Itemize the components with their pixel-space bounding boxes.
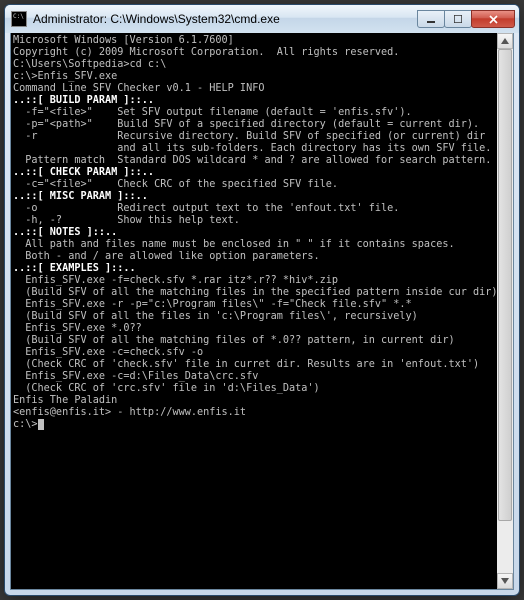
console-line: c:\> — [13, 419, 513, 431]
console-line: (Build SFV of all the files in 'c:\Progr… — [13, 311, 513, 323]
console-line: ..::[ MISC PARAM ]::.. — [13, 191, 513, 203]
maximize-icon — [454, 15, 462, 23]
console-line: Enfis_SFV.exe *.0?? — [13, 323, 513, 335]
console-line: c:\>Enfis_SFV.exe — [13, 71, 513, 83]
scroll-track[interactable] — [497, 49, 513, 573]
console-line: ..::[ NOTES ]::.. — [13, 227, 513, 239]
console-line: -h, -? Show this help text. — [13, 215, 513, 227]
titlebar[interactable]: Administrator: C:\Windows\System32\cmd.e… — [5, 5, 519, 33]
console-line: -p="<path>" Build SFV of a specified dir… — [13, 119, 513, 131]
window-buttons — [418, 10, 515, 28]
maximize-button[interactable] — [444, 10, 472, 28]
console-line: Copyright (c) 2009 Microsoft Corporation… — [13, 47, 513, 59]
chevron-up-icon — [501, 38, 509, 44]
console-line: (Build SFV of all the matching files of … — [13, 335, 513, 347]
window-title: Administrator: C:\Windows\System32\cmd.e… — [33, 12, 418, 26]
minimize-button[interactable] — [417, 10, 445, 28]
console-line: ..::[ CHECK PARAM ]::.. — [13, 167, 513, 179]
console-line: Both - and / are allowed like option par… — [13, 251, 513, 263]
minimize-icon — [427, 15, 435, 23]
scroll-thumb[interactable] — [498, 49, 512, 521]
close-icon — [489, 15, 498, 24]
chevron-down-icon — [501, 578, 509, 584]
scroll-down-button[interactable] — [497, 573, 513, 589]
console-client-area: Microsoft Windows [Version 6.1.7600]Copy… — [10, 33, 514, 590]
cmd-icon — [11, 11, 27, 27]
console-line: (Check CRC of 'crc.sfv' file in 'd:\File… — [13, 383, 513, 395]
console-line: Enfis_SFV.exe -c=d:\Files_Data\crc.sfv — [13, 371, 513, 383]
console-line: -f="<file>" Set SFV output filename (def… — [13, 107, 513, 119]
console-line: -c="<file>" Check CRC of the specified S… — [13, 179, 513, 191]
console-line: Enfis_SFV.exe -c=check.sfv -o — [13, 347, 513, 359]
console-line: C:\Users\Softpedia>cd c:\ — [13, 59, 513, 71]
close-button[interactable] — [471, 10, 515, 28]
cursor — [38, 419, 44, 430]
console-line: All path and files name must be enclosed… — [13, 239, 513, 251]
vertical-scrollbar[interactable] — [497, 33, 513, 589]
console-line: <enfis@enfis.it> - http://www.enfis.it — [13, 407, 513, 419]
console-line: and all its sub-folders. Each directory … — [13, 143, 513, 155]
console-line: ..::[ EXAMPLES ]::.. — [13, 263, 513, 275]
console-line: (Check CRC of 'check.sfv' file in curret… — [13, 359, 513, 371]
console-line: -o Redirect output text to the 'enfout.t… — [13, 203, 513, 215]
console-line: Command Line SFV Checker v0.1 - HELP INF… — [13, 83, 513, 95]
console-line: ..::[ BUILD PARAM ]::.. — [13, 95, 513, 107]
console-line: (Build SFV of all the matching files in … — [13, 287, 513, 299]
console-output[interactable]: Microsoft Windows [Version 6.1.7600]Copy… — [11, 33, 513, 431]
console-line: Enfis The Paladin — [13, 395, 513, 407]
scroll-up-button[interactable] — [497, 33, 513, 49]
console-line: -r Recursive directory. Build SFV of spe… — [13, 131, 513, 143]
console-line: Enfis_SFV.exe -r -p="c:\Program files\" … — [13, 299, 513, 311]
console-line: Microsoft Windows [Version 6.1.7600] — [13, 35, 513, 47]
console-line: Pattern match Standard DOS wildcard * an… — [13, 155, 513, 167]
cmd-window: Administrator: C:\Windows\System32\cmd.e… — [4, 4, 520, 596]
console-line: Enfis_SFV.exe -f=check.sfv *.rar itz*.r?… — [13, 275, 513, 287]
